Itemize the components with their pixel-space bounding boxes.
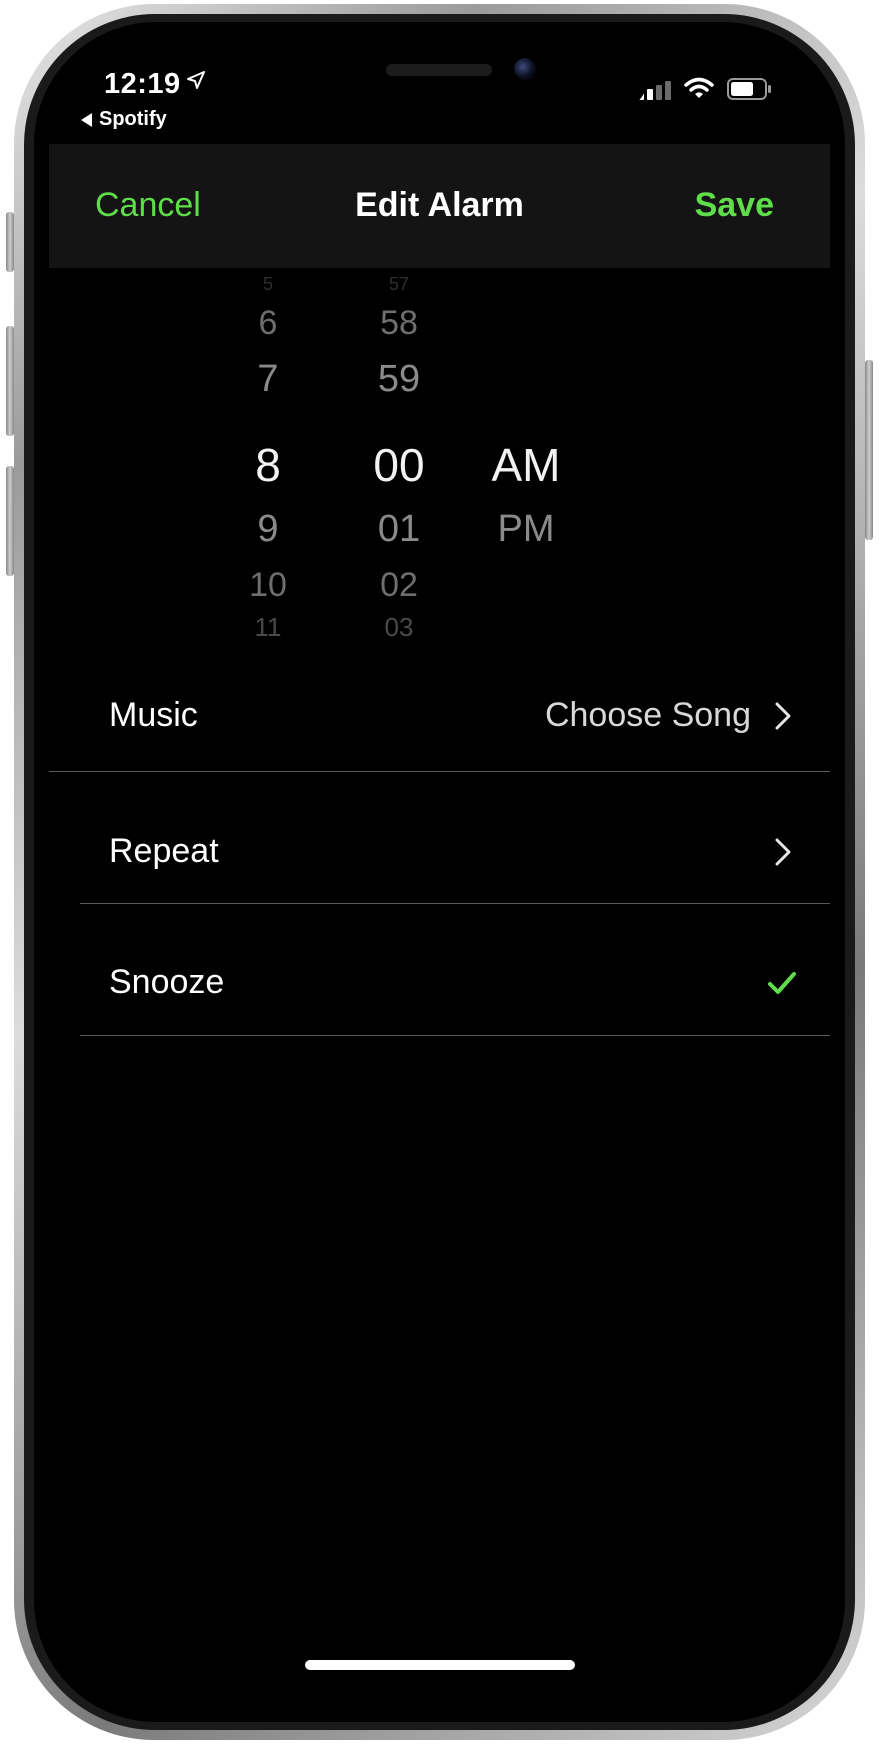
time-picker: 5 6 7 8 9 10 11 57 58 59 00 01 02 03 AM … (49, 270, 830, 645)
navigation-bar: Cancel Edit Alarm Save (49, 144, 830, 268)
back-to-app-link[interactable]: Spotify (81, 108, 167, 131)
minute-option: 03 (384, 612, 414, 642)
side-button-volume-up (6, 326, 14, 436)
side-button-power (865, 360, 873, 540)
divider (80, 903, 830, 904)
snooze-label: Snooze (109, 963, 225, 1001)
period-option: PM (497, 508, 555, 550)
hour-selected: 8 (255, 439, 281, 491)
music-row[interactable]: Music Choose Song (49, 690, 830, 740)
front-camera (514, 58, 536, 80)
minute-wheel[interactable]: 57 58 59 00 01 02 03 (329, 270, 469, 645)
hour-option: 10 (249, 566, 287, 604)
period-selected: AM (491, 439, 561, 491)
minute-option: 58 (380, 304, 418, 342)
period-wheel[interactable]: AM PM (456, 270, 596, 645)
hour-option: 6 (258, 304, 278, 342)
divider (49, 771, 830, 772)
save-button[interactable]: Save (695, 186, 774, 225)
screen: 12:19 Spotify Cancel Edit Alarm Save 5 6… (49, 40, 830, 1710)
minute-option: 02 (380, 566, 418, 604)
minute-selected: 00 (373, 439, 425, 491)
notch (229, 40, 649, 114)
repeat-row[interactable]: Repeat (49, 826, 830, 876)
wifi-icon (684, 77, 714, 98)
home-indicator[interactable] (305, 1660, 575, 1670)
chevron-right-icon (775, 702, 791, 730)
repeat-label: Repeat (109, 832, 219, 870)
snooze-row[interactable]: Snooze (49, 957, 830, 1007)
speaker-grille (386, 64, 492, 76)
location-arrow-icon (187, 71, 205, 89)
battery-icon (727, 78, 771, 100)
hour-option: 11 (254, 612, 282, 642)
hour-option: 7 (257, 358, 279, 400)
minute-option: 59 (377, 358, 421, 400)
hour-option: 5 (262, 274, 273, 294)
hour-option: 9 (257, 508, 279, 550)
minute-option: 57 (388, 274, 410, 294)
checkmark-icon (768, 972, 796, 994)
divider (80, 1035, 830, 1036)
side-button-volume-down (6, 466, 14, 576)
music-value: Choose Song (544, 696, 751, 734)
back-app-label: Spotify (99, 108, 167, 130)
hour-wheel[interactable]: 5 6 7 8 9 10 11 (198, 270, 338, 645)
back-triangle-icon (81, 112, 92, 127)
minute-option: 01 (377, 508, 421, 550)
side-button-silent (6, 212, 14, 272)
music-label: Music (109, 696, 198, 734)
status-time: 12:19 (104, 68, 181, 100)
chevron-right-icon (775, 838, 791, 866)
